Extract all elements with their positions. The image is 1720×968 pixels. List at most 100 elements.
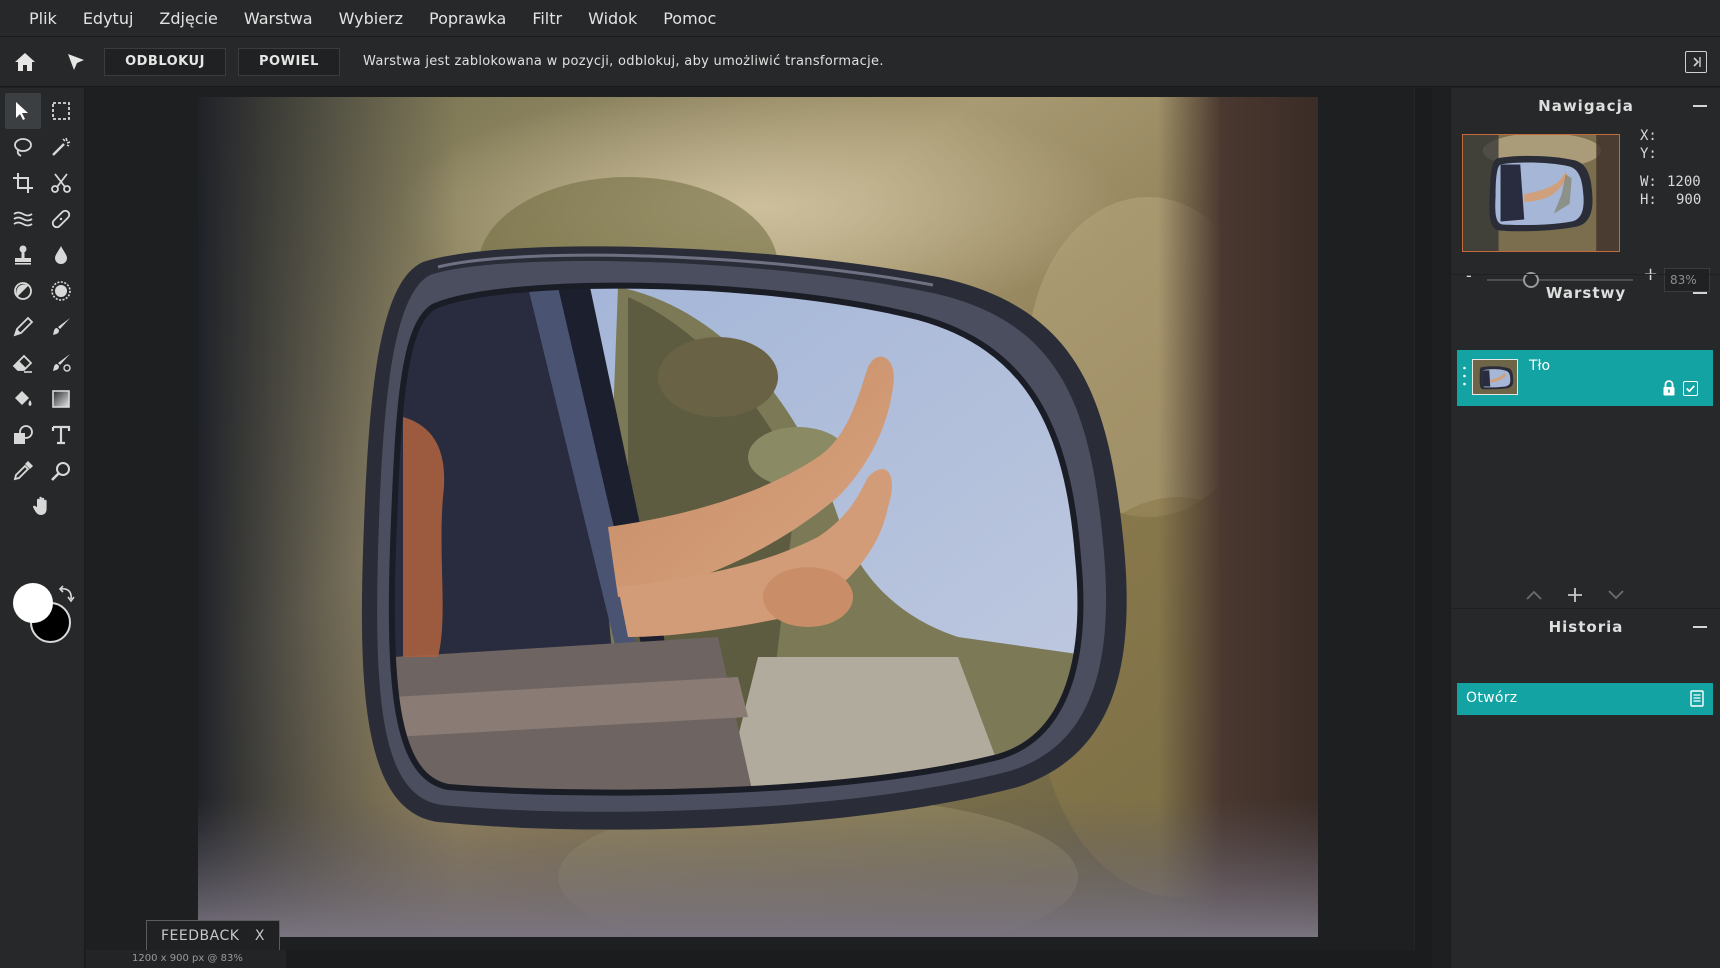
options-bar: ODBLOKUJ POWIEL Warstwa jest zablokowana… xyxy=(0,37,1720,87)
menu-file[interactable]: Plik xyxy=(16,0,70,37)
menu-image[interactable]: Zdjęcie xyxy=(146,0,231,37)
healing-tool[interactable] xyxy=(43,201,79,237)
hand-tool[interactable] xyxy=(24,488,60,524)
menu-view[interactable]: Widok xyxy=(575,0,650,37)
document-icon xyxy=(1690,690,1704,707)
crop-tool[interactable] xyxy=(5,165,41,201)
mirror-photo xyxy=(198,97,1318,937)
right-panel: Nawigacja X: Y: W: 1200 H: 900 - + 83% W… xyxy=(1450,88,1720,968)
history-panel-header[interactable]: Historia xyxy=(1451,608,1720,644)
navigation-preview xyxy=(1463,135,1619,251)
scissors-icon xyxy=(51,173,71,193)
brush-tool[interactable] xyxy=(43,309,79,345)
cursor-arrow-icon xyxy=(16,102,28,120)
dodge-tool[interactable] xyxy=(5,273,41,309)
menu-filter[interactable]: Filtr xyxy=(519,0,575,37)
eraser-tool[interactable] xyxy=(5,345,41,381)
eyedropper-tool[interactable] xyxy=(5,453,41,489)
menu-select[interactable]: Wybierz xyxy=(326,0,416,37)
workspace: 1200 x 900 px @ 83% FEEDBACK X xyxy=(86,88,1432,968)
menu-layer[interactable]: Warstwa xyxy=(231,0,326,37)
move-tool[interactable] xyxy=(5,93,41,129)
lock-icon[interactable] xyxy=(1662,380,1676,396)
cut-tool[interactable] xyxy=(43,165,79,201)
feedback-button[interactable]: FEEDBACK X xyxy=(146,920,280,950)
gradient-tool[interactable] xyxy=(43,381,79,417)
menu-edit[interactable]: Edytuj xyxy=(70,0,147,37)
navigation-panel-header[interactable]: Nawigacja xyxy=(1451,88,1720,124)
eyedropper-icon xyxy=(13,461,33,481)
pencil-icon xyxy=(13,316,34,337)
sponge-icon xyxy=(51,281,71,301)
stamp-icon xyxy=(15,245,31,265)
shape-tool[interactable] xyxy=(5,417,41,453)
home-icon xyxy=(15,52,35,71)
color-replace-tool[interactable] xyxy=(43,345,79,381)
drag-handle-icon[interactable] xyxy=(1463,366,1466,386)
cursor-arrow-icon xyxy=(68,53,84,70)
stamp-tool[interactable] xyxy=(5,237,41,273)
feedback-close-button[interactable]: X xyxy=(255,928,265,944)
history-panel-title: Historia xyxy=(1548,617,1624,636)
image-canvas[interactable] xyxy=(198,97,1318,937)
magic-wand-icon xyxy=(52,137,71,156)
gradient-icon xyxy=(52,390,70,408)
layer-visibility-checkbox[interactable] xyxy=(1683,381,1698,396)
nav-h-value: 900 xyxy=(1676,192,1702,208)
history-item[interactable]: Otwórz xyxy=(1457,683,1713,715)
layers-panel-title: Warstwy xyxy=(1545,283,1627,302)
zoom-tool[interactable] xyxy=(43,453,79,489)
nav-h-label: H: xyxy=(1640,192,1657,208)
layer-thumbnail xyxy=(1472,359,1518,395)
pencil-tool[interactable] xyxy=(5,309,41,345)
lasso-tool[interactable] xyxy=(5,129,41,165)
status-bar: 1200 x 900 px @ 83% xyxy=(86,950,286,968)
layer-item[interactable]: Tło xyxy=(1457,350,1713,406)
history-item-label: Otwórz xyxy=(1466,690,1518,706)
hand-icon xyxy=(32,496,47,515)
magic-wand-tool[interactable] xyxy=(43,129,79,165)
move-layer-down-button[interactable] xyxy=(1605,584,1627,606)
swap-colors-icon[interactable] xyxy=(56,585,76,605)
layer-name: Tło xyxy=(1529,358,1551,374)
liquify-tool[interactable] xyxy=(5,201,41,237)
duplicate-button[interactable]: POWIEL xyxy=(238,47,340,76)
navigation-collapse-icon[interactable] xyxy=(1693,105,1707,107)
brush-icon xyxy=(53,318,70,335)
move-mode-button[interactable] xyxy=(50,37,102,87)
navigation-panel-title: Nawigacja xyxy=(1538,97,1634,115)
nav-w-label: W: xyxy=(1640,174,1657,190)
marquee-tool[interactable] xyxy=(43,93,79,129)
unlock-button[interactable]: ODBLOKUJ xyxy=(104,47,226,76)
menu-help[interactable]: Pomoc xyxy=(650,0,729,37)
crop-icon xyxy=(13,173,33,193)
sponge-tool[interactable] xyxy=(43,273,79,309)
dodge-icon xyxy=(14,282,32,300)
foreground-color-swatch[interactable] xyxy=(13,583,53,623)
nav-y-label: Y: xyxy=(1640,146,1657,162)
text-tool[interactable] xyxy=(43,417,79,453)
chevron-down-icon xyxy=(1608,590,1624,600)
lasso-icon xyxy=(14,138,32,157)
layers-panel-header[interactable]: Warstwy xyxy=(1451,274,1720,310)
layer-preview xyxy=(1473,360,1517,394)
blur-tool[interactable] xyxy=(43,237,79,273)
layers-collapse-icon[interactable] xyxy=(1693,292,1707,294)
history-collapse-icon[interactable] xyxy=(1693,626,1707,628)
vertical-scrollbar[interactable] xyxy=(1414,88,1432,968)
chevron-right-icon xyxy=(1693,57,1701,67)
menu-adjust[interactable]: Poprawka xyxy=(416,0,519,37)
move-layer-up-button[interactable] xyxy=(1523,584,1545,606)
menu-bar: Plik Edytuj Zdjęcie Warstwa Wybierz Popr… xyxy=(0,0,1720,37)
chevron-up-icon xyxy=(1526,590,1542,600)
layer-locked-message: Warstwa jest zablokowana w pozycji, odbl… xyxy=(363,54,884,69)
navigation-thumbnail[interactable] xyxy=(1462,134,1620,252)
panel-toggle-button[interactable] xyxy=(1685,51,1707,73)
bucket-tool[interactable] xyxy=(5,381,41,417)
eraser-icon xyxy=(12,354,33,373)
text-icon xyxy=(51,425,71,445)
horizontal-scrollbar[interactable] xyxy=(86,950,1432,968)
home-button[interactable] xyxy=(0,37,50,87)
add-layer-button[interactable] xyxy=(1564,584,1586,606)
drop-icon xyxy=(55,246,67,264)
